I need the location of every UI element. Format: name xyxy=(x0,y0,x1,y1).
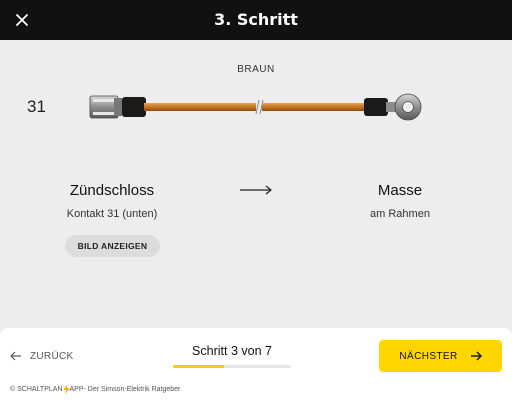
footer-app-name-part1: SCHALTPLAN xyxy=(17,386,63,393)
wire-color-label: BRAUN xyxy=(237,64,275,75)
page-title: 3. Schritt xyxy=(214,10,298,29)
progress-track xyxy=(173,365,291,368)
step-content: BRAUN 31 Zündschloss Kontakt 31 (unten) … xyxy=(0,40,512,328)
wire-illustration xyxy=(89,93,422,121)
progress-fill xyxy=(173,365,224,368)
from-component-name: Zündschloss xyxy=(69,182,155,199)
footer-app-name-part2: APP xyxy=(69,386,84,393)
ring-terminal-icon xyxy=(364,93,422,121)
show-image-button[interactable]: BILD ANZEIGEN xyxy=(65,235,160,257)
spade-connector-icon xyxy=(89,95,146,119)
footer-tagline: - Der Simson-Elektrik Ratgeber xyxy=(83,386,181,393)
to-component-name: Masse xyxy=(377,182,423,199)
copyright-symbol: © xyxy=(10,386,18,393)
back-button-label: ZURÜCK xyxy=(30,350,74,362)
back-button[interactable]: ZURÜCK xyxy=(10,346,73,366)
arrow-left-icon xyxy=(10,351,21,361)
top-bar: 3. Schritt xyxy=(0,0,512,40)
arrow-right-icon xyxy=(470,351,482,361)
connection-from: Zündschloss Kontakt 31 (unten) xyxy=(42,182,182,220)
wire-break-icon xyxy=(255,99,264,115)
footer-credit: © SCHALTPLAN APP - Der Simson-Elektrik R… xyxy=(10,385,180,394)
connection-to: Masse am Rahmen xyxy=(330,182,470,220)
next-button-label: NÄCHSTER xyxy=(399,350,458,362)
to-component-detail: am Rahmen xyxy=(370,208,430,220)
bottom-navigation: ZURÜCK Schritt 3 von 7 NÄCHSTER © SCHALT… xyxy=(0,328,512,403)
next-button[interactable]: NÄCHSTER xyxy=(379,340,502,372)
long-arrow-right-icon xyxy=(240,185,272,195)
progress-label: Schritt 3 von 7 xyxy=(192,344,272,358)
step-progress: Schritt 3 von 7 xyxy=(170,344,294,368)
from-component-detail: Kontakt 31 (unten) xyxy=(66,208,158,220)
lightning-bolt-icon xyxy=(62,385,70,394)
pin-number: 31 xyxy=(27,97,46,116)
